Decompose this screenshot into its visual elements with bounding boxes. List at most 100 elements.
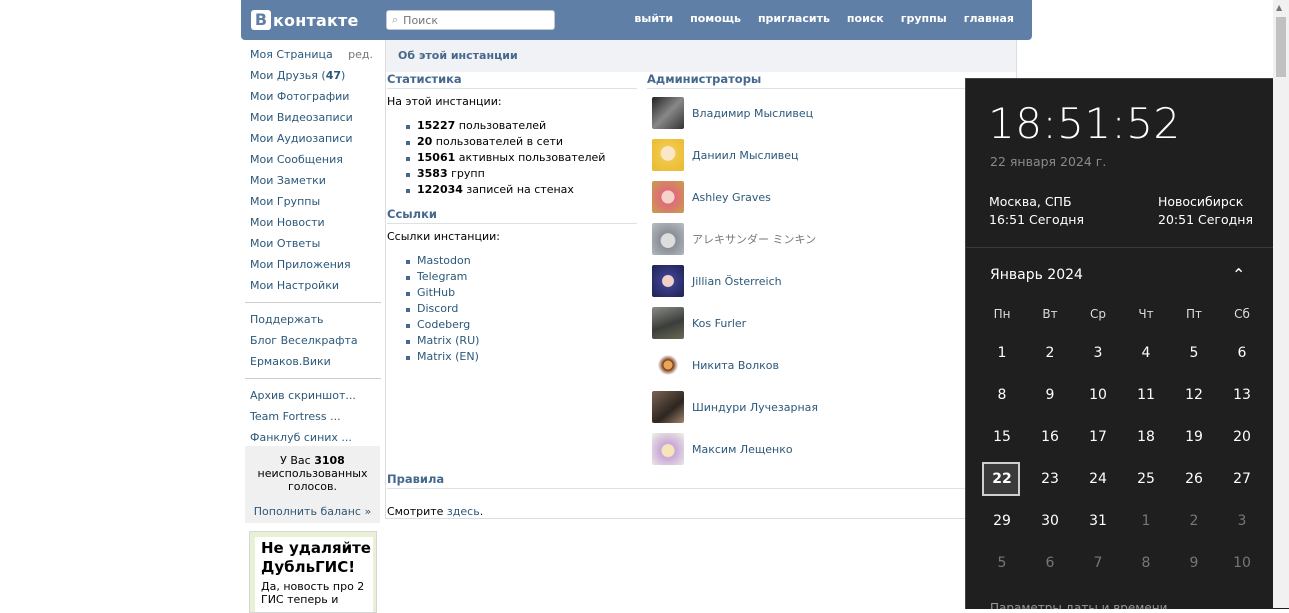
- menu-messages-link[interactable]: Мои Сообщения: [250, 153, 343, 166]
- calendar-day[interactable]: 10: [1074, 374, 1122, 416]
- calendar-day[interactable]: 8: [978, 374, 1026, 416]
- admin-avatar[interactable]: [652, 181, 684, 213]
- admin-name-link[interactable]: Максим Лещенко: [692, 443, 793, 456]
- menu-my-page-link[interactable]: Моя Страница: [250, 48, 333, 61]
- nav-help[interactable]: помощь: [690, 12, 741, 25]
- search-input[interactable]: [401, 12, 546, 28]
- calendar-day[interactable]: 13: [1218, 374, 1266, 416]
- nav-groups[interactable]: группы: [901, 12, 947, 25]
- link-matrix-ru[interactable]: Matrix (RU): [417, 334, 479, 347]
- admin-name-link[interactable]: Jillian Österreich: [692, 275, 782, 288]
- nav-invite[interactable]: пригласить: [758, 12, 830, 25]
- link-codeberg[interactable]: Codeberg: [417, 318, 470, 331]
- calendar-day[interactable]: 9: [1170, 542, 1218, 584]
- calendar-day[interactable]: 7: [1074, 542, 1122, 584]
- calendar-day[interactable]: 19: [1170, 416, 1218, 458]
- link-telegram[interactable]: Telegram: [417, 270, 467, 283]
- calendar-day[interactable]: 15: [978, 416, 1026, 458]
- calendar-day[interactable]: 31: [1074, 500, 1122, 542]
- menu-answers-link[interactable]: Мои Ответы: [250, 237, 320, 250]
- calendar-day[interactable]: 24: [1074, 458, 1122, 500]
- calendar-day[interactable]: 22: [978, 458, 1026, 500]
- calendar-day[interactable]: 27: [1218, 458, 1266, 500]
- calendar-day[interactable]: 23: [1026, 458, 1074, 500]
- month-label[interactable]: Январь 2024: [990, 267, 1083, 283]
- calendar-day[interactable]: 30: [1026, 500, 1074, 542]
- menu-audio-link[interactable]: Мои Аудиозаписи: [250, 132, 353, 145]
- link-matrix-en[interactable]: Matrix (EN): [417, 350, 479, 363]
- admin-name-link[interactable]: アレキサンダー ミンキン: [692, 231, 816, 247]
- calendar-day[interactable]: 1: [978, 332, 1026, 374]
- admin-avatar[interactable]: [652, 349, 684, 381]
- menu-notes-link[interactable]: Мои Заметки: [250, 174, 326, 187]
- page-scrollbar[interactable]: ▲: [1273, 0, 1289, 608]
- calendar-day[interactable]: 3: [1218, 500, 1266, 542]
- admin-name-link[interactable]: Владимир Мысливец: [692, 107, 813, 120]
- menu-wiki-link[interactable]: Ермаков.Вики: [250, 355, 331, 368]
- admin-name-link[interactable]: Ashley Graves: [692, 191, 771, 204]
- link-discord[interactable]: Discord: [417, 302, 458, 315]
- calendar-day[interactable]: 16: [1026, 416, 1074, 458]
- admin-avatar[interactable]: [652, 265, 684, 297]
- calendar-day[interactable]: 9: [1026, 374, 1074, 416]
- link-github[interactable]: GitHub: [417, 286, 455, 299]
- admin-name-link[interactable]: Даниил Мысливец: [692, 149, 799, 162]
- search-box[interactable]: ⌕: [386, 10, 555, 30]
- menu-blog-link[interactable]: Блог Веселкрафта: [250, 334, 358, 347]
- calendar-day[interactable]: 29: [978, 500, 1026, 542]
- ad-banner[interactable]: Не удаляйте ДубльГИС! Да, новость про 2 …: [249, 531, 377, 613]
- admin-avatar[interactable]: [652, 223, 684, 255]
- calendar-day[interactable]: 5: [1170, 332, 1218, 374]
- calendar-day[interactable]: 2: [1170, 500, 1218, 542]
- admin-name-link[interactable]: Никита Волков: [692, 359, 779, 372]
- rules-link[interactable]: здесь: [447, 505, 480, 518]
- calendar-day[interactable]: 11: [1122, 374, 1170, 416]
- menu-apps-link[interactable]: Мои Приложения: [250, 258, 351, 271]
- calendar-day[interactable]: 25: [1122, 458, 1170, 500]
- menu-fanclub-link[interactable]: Фанклуб синих ...: [250, 431, 352, 444]
- nav-search[interactable]: поиск: [847, 12, 884, 25]
- admin-avatar[interactable]: [652, 139, 684, 171]
- menu-friends-link[interactable]: Мои Друзья (47): [250, 69, 345, 82]
- calendar-day[interactable]: 10: [1218, 542, 1266, 584]
- menu-news-link[interactable]: Мои Новости: [250, 216, 325, 229]
- nav-home[interactable]: главная: [964, 12, 1014, 25]
- menu-groups-link[interactable]: Мои Группы: [250, 195, 320, 208]
- calendar-day[interactable]: 12: [1170, 374, 1218, 416]
- scroll-up-icon[interactable]: ▲: [1276, 3, 1282, 12]
- menu-settings-link[interactable]: Мои Настройки: [250, 279, 339, 292]
- calendar-day[interactable]: 3: [1074, 332, 1122, 374]
- stat-item: 20 пользователей в сети: [387, 134, 605, 150]
- menu-tf-link[interactable]: Team Fortress ...: [250, 410, 341, 423]
- nav-logout[interactable]: выйти: [634, 12, 673, 25]
- current-date[interactable]: 22 января 2024 г.: [990, 154, 1106, 169]
- menu-videos-link[interactable]: Мои Видеозаписи: [250, 111, 353, 124]
- menu-support-link[interactable]: Поддержать: [250, 313, 324, 326]
- admin-avatar[interactable]: [652, 307, 684, 339]
- calendar-day[interactable]: 6: [1026, 542, 1074, 584]
- calendar-day[interactable]: 20: [1218, 416, 1266, 458]
- calendar-day[interactable]: 4: [1122, 332, 1170, 374]
- edit-link[interactable]: ред.: [348, 46, 373, 64]
- menu-photos-link[interactable]: Мои Фотографии: [250, 90, 349, 103]
- calendar-day-number: 1: [997, 345, 1007, 361]
- admin-name-link[interactable]: Kos Furler: [692, 317, 746, 330]
- admin-avatar[interactable]: [652, 433, 684, 465]
- top-up-balance-link[interactable]: Пополнить баланс »: [245, 505, 380, 518]
- admin-name-link[interactable]: Шиндури Лучезарная: [692, 401, 818, 414]
- calendar-day[interactable]: 2: [1026, 332, 1074, 374]
- calendar-day[interactable]: 5: [978, 542, 1026, 584]
- calendar-day[interactable]: 26: [1170, 458, 1218, 500]
- admin-avatar[interactable]: [652, 391, 684, 423]
- calendar-day[interactable]: 1: [1122, 500, 1170, 542]
- link-mastodon[interactable]: Mastodon: [417, 254, 471, 267]
- vk-logo[interactable]: В контакте: [251, 8, 359, 32]
- scrollbar-thumb[interactable]: [1276, 17, 1286, 77]
- calendar-day[interactable]: 6: [1218, 332, 1266, 374]
- chevron-up-icon[interactable]: ⌃: [1232, 265, 1245, 284]
- calendar-day[interactable]: 17: [1074, 416, 1122, 458]
- calendar-day[interactable]: 8: [1122, 542, 1170, 584]
- calendar-day[interactable]: 18: [1122, 416, 1170, 458]
- admin-avatar[interactable]: [652, 97, 684, 129]
- menu-archive-link[interactable]: Архив скриншот...: [250, 389, 356, 402]
